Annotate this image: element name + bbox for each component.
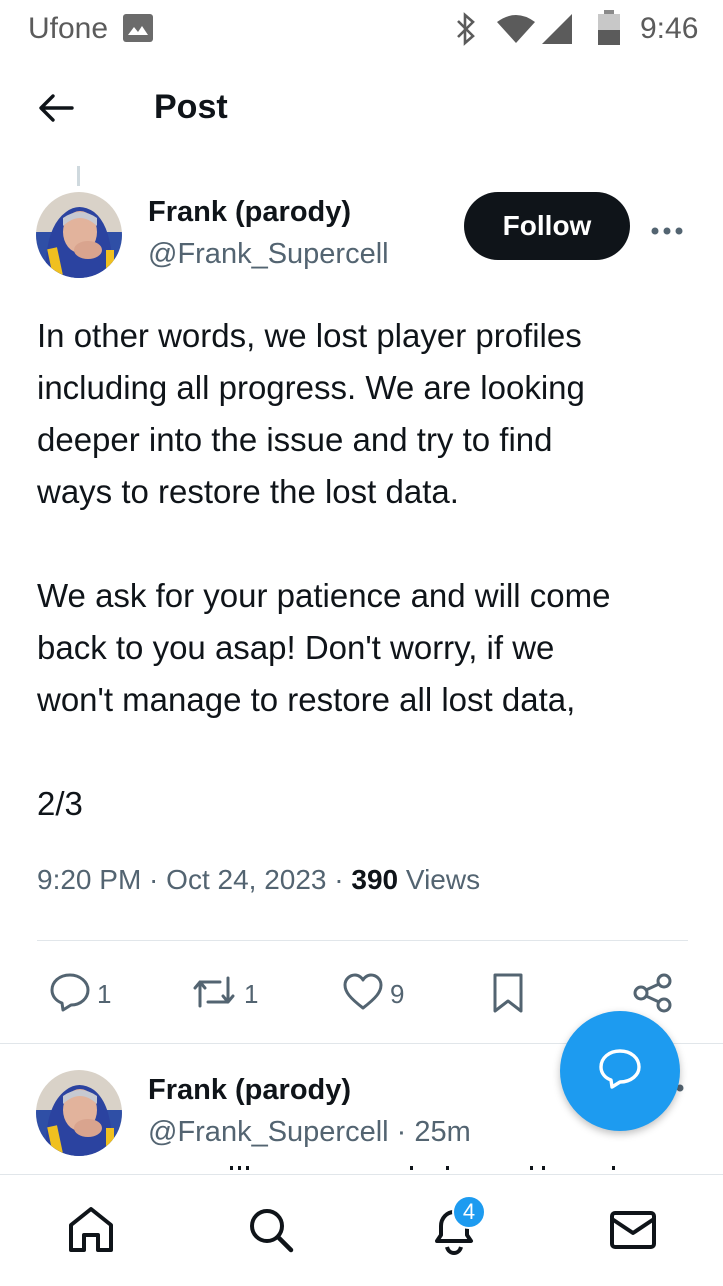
reply-author-handle[interactable]: @Frank_Supercell (148, 1116, 389, 1148)
bluetooth-icon (455, 12, 477, 51)
bookmark-button[interactable] (490, 972, 526, 1019)
repost-icon (190, 972, 238, 1017)
bookmark-icon (490, 972, 526, 1019)
reply-icon (49, 972, 91, 1017)
thread-line (77, 166, 80, 186)
meta-separator: · (141, 864, 167, 895)
signal-icon (540, 12, 574, 51)
views-count[interactable]: 390 (351, 864, 398, 895)
status-bar: Ufone 9:46 (0, 0, 723, 60)
home-icon[interactable] (66, 1205, 116, 1260)
bottom-nav: 4 (0, 1174, 723, 1286)
divider (37, 940, 688, 941)
more-icon[interactable] (651, 222, 683, 240)
search-icon[interactable] (246, 1205, 296, 1260)
page-title: Post (154, 88, 228, 126)
reply-time: 25m (414, 1116, 471, 1148)
top-app-bar: Post (0, 60, 723, 160)
author-handle[interactable]: @Frank_Supercell (148, 238, 389, 271)
reply-count: 1 (97, 979, 112, 1009)
compose-reply-icon (597, 1047, 643, 1096)
repost-count: 1 (244, 979, 259, 1009)
author-name[interactable]: Frank (parody) (148, 196, 351, 229)
meta-separator: · (388, 1116, 415, 1148)
like-icon (342, 972, 384, 1017)
notifications-badge: 4 (452, 1195, 486, 1229)
back-arrow-icon[interactable] (36, 92, 76, 129)
views-label: Views (398, 864, 481, 895)
share-icon (632, 972, 674, 1019)
like-count: 9 (390, 979, 405, 1009)
share-button[interactable] (632, 972, 674, 1019)
carrier-name: Ufone (28, 12, 109, 45)
post-time: 9:20 PM (37, 864, 142, 895)
wifi-icon (496, 14, 536, 49)
image-notification-icon (123, 14, 153, 42)
like-button[interactable]: 9 (342, 972, 404, 1017)
post-meta: 9:20 PM · Oct 24, 2023 · 390 Views (37, 864, 480, 896)
reply-text-cutoff (150, 1148, 670, 1170)
meta-separator: · (326, 864, 352, 895)
avatar[interactable] (36, 1070, 122, 1156)
reply-button[interactable]: 1 (49, 972, 111, 1017)
reply-author-name[interactable]: Frank (parody) (148, 1074, 351, 1107)
compose-reply-button[interactable] (560, 1011, 680, 1131)
mail-icon[interactable] (608, 1205, 658, 1260)
clock: 9:46 (640, 12, 699, 45)
avatar[interactable] (36, 192, 122, 278)
post-date: Oct 24, 2023 (166, 864, 327, 895)
post-text: In other words, we lost player profiles … (37, 317, 611, 822)
reply-author-meta: @Frank_Supercell · 25m (148, 1116, 471, 1149)
follow-button[interactable]: Follow (464, 192, 630, 260)
battery-icon (597, 10, 621, 51)
repost-button[interactable]: 1 (190, 972, 258, 1017)
